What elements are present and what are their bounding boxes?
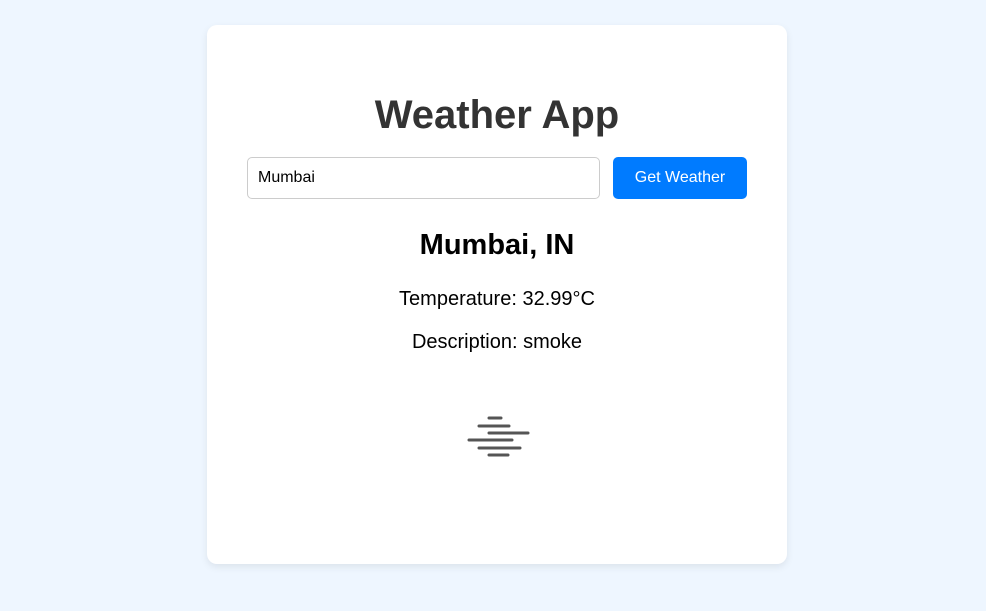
location-heading: Mumbai, IN	[419, 229, 575, 261]
smoke-haze-icon	[467, 416, 530, 457]
search-row: Get Weather	[247, 157, 747, 199]
temperature-line: Temperature: 32.99°C	[207, 287, 787, 311]
description-label: Description:	[411, 331, 518, 353]
app-title: Weather App	[374, 93, 620, 137]
description-line: Description: smoke	[207, 330, 787, 354]
description-value: smoke	[523, 331, 583, 353]
city-search-input[interactable]	[247, 157, 600, 199]
get-weather-button[interactable]: Get Weather	[613, 157, 747, 199]
weather-card: Weather App Get Weather Mumbai, IN Tempe…	[207, 25, 787, 564]
temperature-value: 32.99°C	[522, 288, 595, 310]
temperature-label: Temperature:	[399, 288, 517, 310]
